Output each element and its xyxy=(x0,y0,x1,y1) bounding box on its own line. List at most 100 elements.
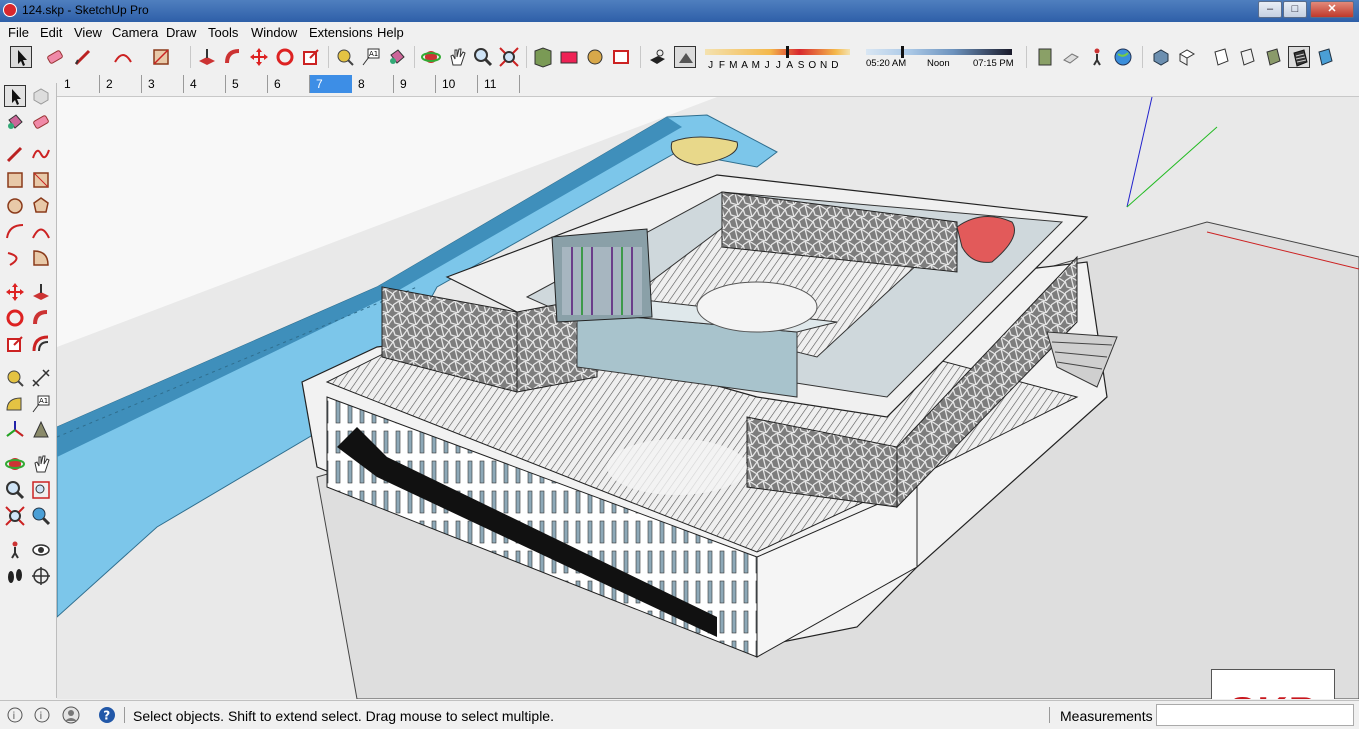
scene-tab[interactable]: 5 xyxy=(226,75,268,93)
top-view-icon[interactable] xyxy=(1176,46,1198,68)
scale-icon[interactable] xyxy=(300,46,322,68)
close-button[interactable]: ✕ xyxy=(1310,1,1354,18)
rotated-rectangle-icon[interactable] xyxy=(30,169,52,191)
orbit-icon[interactable] xyxy=(420,46,442,68)
rectangle-icon[interactable] xyxy=(150,46,172,68)
extension-warehouse-icon[interactable] xyxy=(610,46,632,68)
rotate-icon[interactable] xyxy=(4,307,26,329)
make-component-icon[interactable] xyxy=(30,85,52,107)
display-section-icon[interactable] xyxy=(1060,46,1082,68)
3d-text-icon[interactable] xyxy=(30,419,52,441)
section-plane-icon[interactable] xyxy=(1034,46,1056,68)
arc-icon[interactable] xyxy=(4,221,26,243)
model-viewport[interactable]: SKP xyxy=(57,97,1359,699)
monochrome-style-icon[interactable] xyxy=(1314,46,1336,68)
sketchup-app-icon[interactable] xyxy=(3,3,17,17)
scene-tab[interactable]: 3 xyxy=(142,75,184,93)
tape-measure-icon[interactable] xyxy=(334,46,356,68)
menu-file[interactable]: File xyxy=(8,25,29,40)
scale-icon[interactable] xyxy=(4,333,26,355)
offset-icon[interactable] xyxy=(30,333,52,355)
eraser-icon[interactable] xyxy=(44,46,66,68)
tape-measure-icon[interactable] xyxy=(4,367,26,389)
maximize-button[interactable]: □ xyxy=(1283,1,1307,18)
menu-window[interactable]: Window xyxy=(251,25,297,40)
pan-icon[interactable] xyxy=(446,46,468,68)
rectangle-icon[interactable] xyxy=(4,169,26,191)
arc-icon[interactable] xyxy=(112,46,134,68)
three-point-arc-icon[interactable] xyxy=(4,247,26,269)
eraser-icon[interactable] xyxy=(30,111,52,133)
look-around-icon[interactable] xyxy=(30,539,52,561)
wireframe-style-icon[interactable] xyxy=(1236,46,1258,68)
zoom-extents-icon[interactable] xyxy=(4,505,26,527)
line-pencil-icon[interactable] xyxy=(72,46,94,68)
rotate-icon[interactable] xyxy=(274,46,296,68)
section-plane-icon[interactable] xyxy=(30,565,52,587)
walk-icon[interactable] xyxy=(1086,46,1108,68)
scene-tab[interactable]: 10 xyxy=(436,75,478,93)
minimize-button[interactable]: – xyxy=(1258,1,1282,18)
walk-footprints-icon[interactable] xyxy=(4,565,26,587)
paint-bucket-icon[interactable] xyxy=(4,111,26,133)
shadows-toggle-icon[interactable] xyxy=(646,46,668,68)
follow-me-icon[interactable] xyxy=(30,307,52,329)
scene-tab[interactable]: 11 xyxy=(478,75,520,93)
zoom-extents-icon[interactable] xyxy=(498,46,520,68)
text-tool-icon[interactable]: A1 xyxy=(360,46,382,68)
menu-edit[interactable]: Edit xyxy=(40,25,62,40)
pan-icon[interactable] xyxy=(30,453,52,475)
warehouse-icon[interactable] xyxy=(532,46,554,68)
paint-bucket-icon[interactable] xyxy=(386,46,408,68)
menu-tools[interactable]: Tools xyxy=(208,25,238,40)
menu-draw[interactable]: Draw xyxy=(166,25,196,40)
menu-view[interactable]: View xyxy=(74,25,102,40)
measurements-input[interactable] xyxy=(1156,704,1354,726)
scene-tab[interactable]: 4 xyxy=(184,75,226,93)
textured-style-icon[interactable] xyxy=(1288,46,1310,68)
share-model-icon[interactable] xyxy=(558,46,580,68)
zoom-icon[interactable] xyxy=(4,479,26,501)
shadow-time-slider[interactable]: 05:20 AM Noon 07:15 PM xyxy=(864,46,1016,69)
scene-tab[interactable]: 2 xyxy=(100,75,142,93)
dimension-icon[interactable] xyxy=(30,367,52,389)
zoom-window-icon[interactable] xyxy=(30,479,52,501)
follow-me-icon[interactable] xyxy=(222,46,244,68)
axes-icon[interactable] xyxy=(4,419,26,441)
scene-tab[interactable]: 1 xyxy=(58,75,100,93)
move-icon[interactable] xyxy=(4,281,26,303)
time-slider-thumb[interactable] xyxy=(901,46,904,58)
fog-toggle-icon[interactable] xyxy=(674,46,696,68)
zoom-icon[interactable] xyxy=(472,46,494,68)
pie-icon[interactable] xyxy=(30,247,52,269)
freehand-icon[interactable] xyxy=(30,143,52,165)
circle-icon[interactable] xyxy=(4,195,26,217)
menu-extensions[interactable]: Extensions xyxy=(309,25,373,40)
get-models-icon[interactable] xyxy=(584,46,606,68)
select-tool-icon[interactable] xyxy=(10,46,32,68)
two-point-arc-icon[interactable] xyxy=(30,221,52,243)
geo-location-icon[interactable]: i xyxy=(6,706,24,724)
protractor-icon[interactable] xyxy=(4,393,26,415)
move-icon[interactable] xyxy=(248,46,270,68)
line-icon[interactable] xyxy=(4,143,26,165)
menu-camera[interactable]: Camera xyxy=(112,25,158,40)
position-camera-icon[interactable] xyxy=(4,539,26,561)
shadow-date-slider[interactable]: JFMAMJJASOND xyxy=(705,46,850,71)
push-pull-icon[interactable] xyxy=(30,281,52,303)
scene-tab[interactable]: 9 xyxy=(394,75,436,93)
user-account-icon[interactable] xyxy=(62,706,80,724)
scene-tab[interactable]: 6 xyxy=(268,75,310,93)
scene-tab[interactable]: 8 xyxy=(352,75,394,93)
menu-help[interactable]: Help xyxy=(377,25,404,40)
instructor-help-icon[interactable]: ? xyxy=(98,706,116,724)
previous-view-icon[interactable] xyxy=(30,505,52,527)
credits-icon[interactable]: i xyxy=(33,706,51,724)
iso-view-icon[interactable] xyxy=(1150,46,1172,68)
xray-style-icon[interactable] xyxy=(1210,46,1232,68)
orbit-icon[interactable] xyxy=(4,453,26,475)
push-pull-icon[interactable] xyxy=(196,46,218,68)
polygon-icon[interactable] xyxy=(30,195,52,217)
building-model-render[interactable] xyxy=(57,97,1359,699)
scene-tab-active[interactable]: 7 xyxy=(310,75,352,93)
